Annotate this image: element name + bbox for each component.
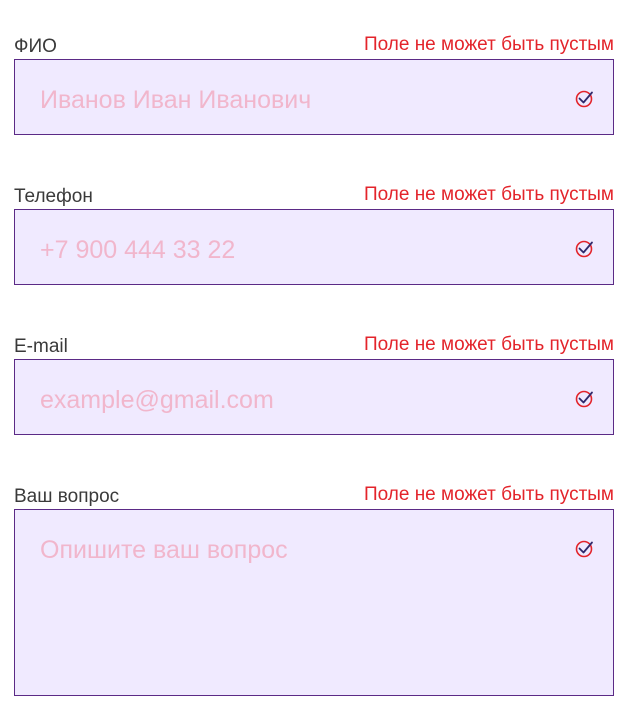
field-header: ФИО Поле не может быть пустым bbox=[14, 34, 614, 57]
field-label-fio: ФИО bbox=[14, 36, 57, 57]
check-circle-icon bbox=[575, 88, 595, 108]
error-message-phone: Поле не может быть пустым bbox=[363, 184, 614, 205]
field-label-phone: Телефон bbox=[14, 186, 93, 207]
check-circle-icon bbox=[575, 238, 595, 258]
field-label-question: Ваш вопрос bbox=[14, 486, 120, 507]
error-message-email: Поле не может быть пустым bbox=[363, 334, 614, 355]
check-circle-icon bbox=[575, 388, 595, 408]
field-email: E-mail Поле не может быть пустым example… bbox=[14, 334, 614, 435]
field-header: Ваш вопрос Поле не может быть пустым bbox=[14, 484, 614, 507]
fio-input[interactable]: Иванов Иван Иванович bbox=[14, 59, 614, 135]
field-phone: Телефон Поле не может быть пустым +7 900… bbox=[14, 184, 614, 285]
check-circle-icon bbox=[575, 538, 595, 558]
field-header: E-mail Поле не может быть пустым bbox=[14, 334, 614, 357]
email-input-placeholder: example@gmail.com bbox=[40, 386, 274, 414]
phone-input[interactable]: +7 900 444 33 22 bbox=[14, 209, 614, 285]
fio-input-placeholder: Иванов Иван Иванович bbox=[40, 86, 312, 114]
field-label-email: E-mail bbox=[14, 336, 68, 357]
field-fio: ФИО Поле не может быть пустым Иванов Ива… bbox=[14, 34, 614, 135]
question-textarea-placeholder: Опишите ваш вопрос bbox=[40, 536, 288, 564]
error-message-question: Поле не может быть пустым bbox=[363, 484, 614, 505]
error-message-fio: Поле не может быть пустым bbox=[363, 34, 614, 55]
phone-input-placeholder: +7 900 444 33 22 bbox=[40, 236, 236, 264]
question-textarea[interactable]: Опишите ваш вопрос bbox=[14, 509, 614, 696]
email-input[interactable]: example@gmail.com bbox=[14, 359, 614, 435]
field-question: Ваш вопрос Поле не может быть пустым Опи… bbox=[14, 484, 614, 696]
field-header: Телефон Поле не может быть пустым bbox=[14, 184, 614, 207]
